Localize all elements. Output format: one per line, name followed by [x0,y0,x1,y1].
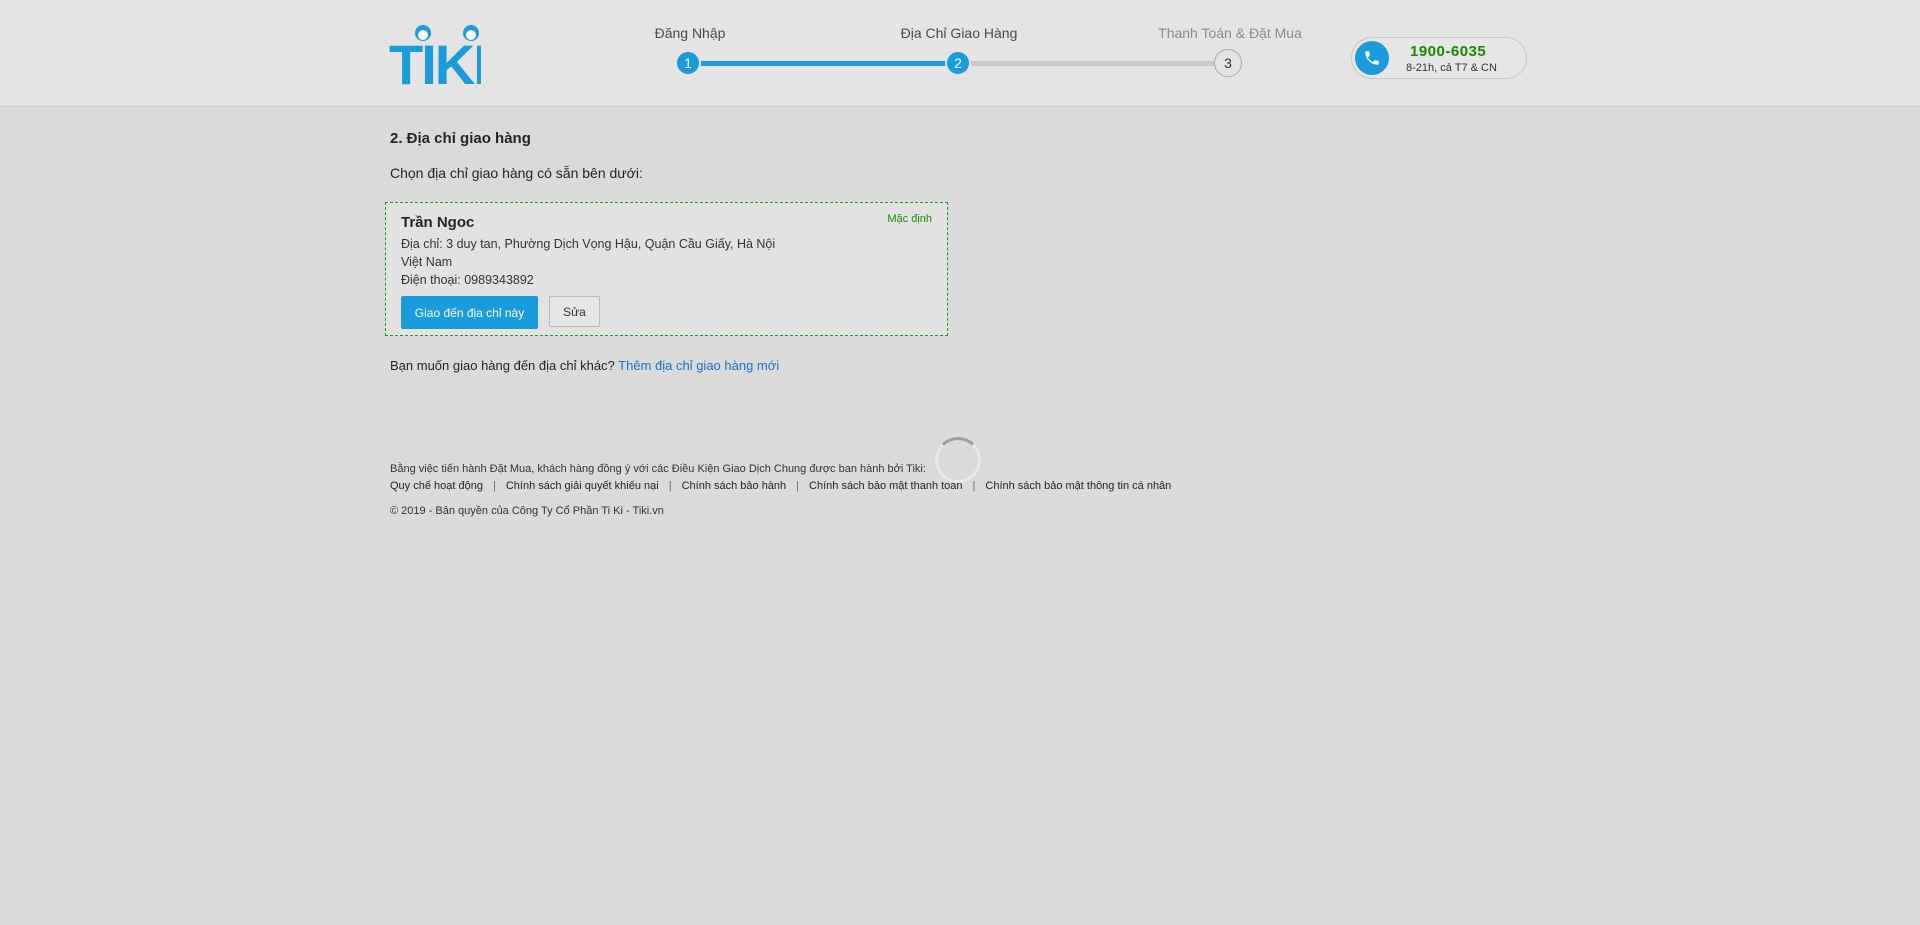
progress-fill [688,61,958,66]
section-subtitle: Chọn địa chỉ giao hàng có sẵn bên dưới: [390,165,643,181]
address-country: Việt Nam [401,255,453,269]
address-line: Địa chỉ: 3 duy tan, Phường Dịch Vọng Hậu… [401,237,776,251]
divider: | [668,480,672,492]
policy-link-operation[interactable]: Quy chế hoạt động [390,480,483,492]
policy-link-privacy[interactable]: Chính sách bảo mật thông tin cá nhân [985,480,1171,492]
divider: | [796,480,800,492]
step-label-login[interactable]: Đăng Nhập [655,25,726,41]
page-title: 2. Địa chỉ giao hàng [390,130,531,147]
edit-address-button[interactable]: Sửa [549,296,600,327]
policy-link-payment-security[interactable]: Chính sách bảo mật thanh toán [809,480,963,492]
hotline-hours: 8-21h, cả T7 & CN [1406,62,1497,74]
checkout-steps: Đăng Nhập Địa Chỉ Giao Hàng Thanh Toán &… [640,0,1302,106]
hotline-number: 1900-6035 [1410,43,1487,60]
step-dot-1[interactable]: 1 [675,50,701,76]
step-dot-2: 2 [945,50,971,76]
default-badge: Mặc định [887,213,932,225]
other-address-row: Bạn muốn giao hàng đến địa chỉ khác? Thê… [390,358,779,373]
add-new-address-link[interactable]: Thêm địa chỉ giao hàng mới [618,358,779,373]
policy-links: Quy chế hoạt động | Chính sách giải quyết … [390,480,1171,492]
policy-link-complaints[interactable]: Chính sách giải quyết khiếu nại [506,480,659,492]
phone-icon [1355,41,1389,75]
other-address-prompt: Bạn muốn giao hàng đến địa chỉ khác? [390,358,615,373]
copyright: © 2019 - Bản quyền của Công Ty Cổ Phần T… [390,505,664,517]
checkout-header: TIKI Đăng Nhập Địa Chỉ Giao Hàng Thanh T… [0,0,1920,107]
policy-link-warranty[interactable]: Chính sách bảo hành [682,480,787,492]
divider: | [492,480,496,492]
terms-notice: Bằng việc tiến hành Đặt Mua, khách hàng … [390,463,926,475]
hotline-badge: 1900-6035 8-21h, cả T7 & CN [1351,37,1527,79]
loading-spinner-icon [935,437,981,483]
step-label-shipping-address: Địa Chỉ Giao Hàng [900,25,1018,41]
tiki-logo[interactable]: TIKI [389,24,481,88]
step-dot-3: 3 [1214,49,1242,77]
step-label-payment: Thanh Toán & Đặt Mua [1158,25,1302,41]
recipient-name: Trần Ngoc [401,214,475,231]
address-card: Trần Ngoc Mặc định Địa chỉ: 3 duy tan, P… [385,202,948,336]
divider: | [972,480,976,492]
address-phone: Điện thoại: 0989343892 [401,273,534,287]
deliver-to-address-button[interactable]: Giao đến địa chỉ này [401,296,538,329]
svg-text:TIKI: TIKI [389,33,481,88]
